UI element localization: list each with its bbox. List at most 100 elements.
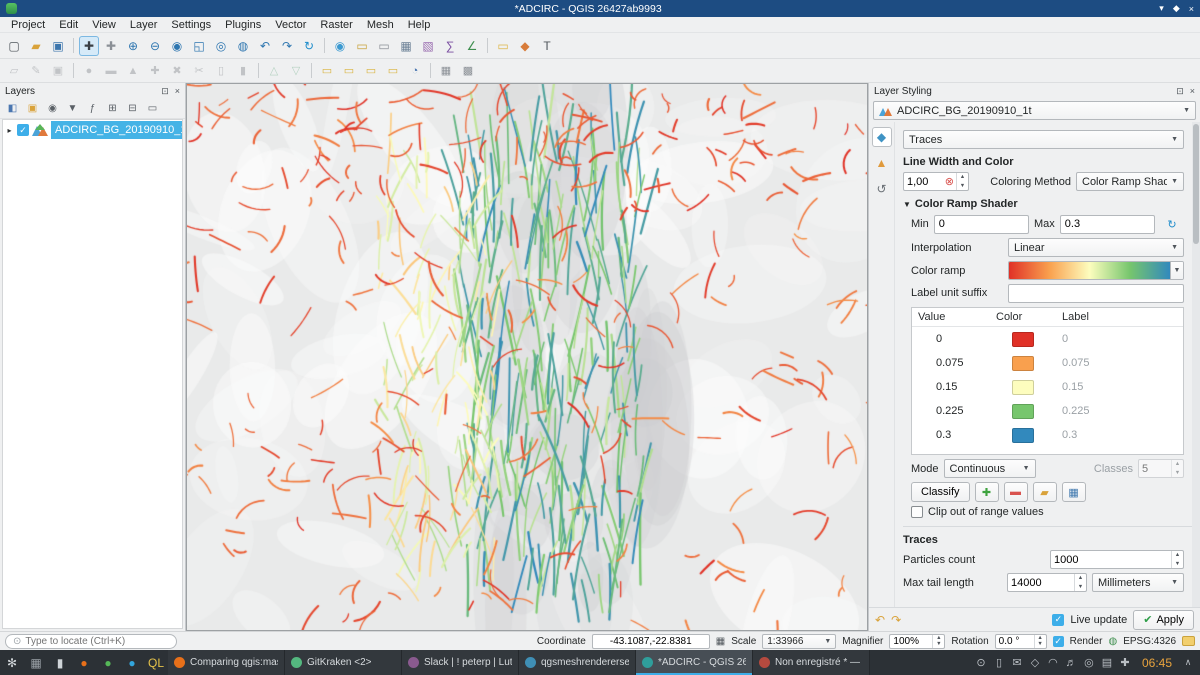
extent-icon[interactable]: ▦ <box>716 636 725 647</box>
identify-features-icon[interactable]: ◉ <box>330 36 350 56</box>
rotation-input[interactable] <box>996 635 1034 648</box>
rotation-spinner[interactable]: ▲▼ <box>995 634 1047 649</box>
add-class-icon[interactable]: ✚ <box>975 482 999 502</box>
max-tail-length-input[interactable] <box>1008 574 1074 591</box>
load-color-map-icon[interactable]: ▰ <box>1033 482 1057 502</box>
task-button[interactable]: GitKraken <2> <box>285 650 402 675</box>
remove-layer-icon[interactable]: ▭ <box>144 100 161 117</box>
zoom-in-icon[interactable]: ⊕ <box>123 36 143 56</box>
mesh-3d-tab-icon[interactable]: ▲ <box>872 153 892 173</box>
refresh-map-icon[interactable]: ↻ <box>299 36 319 56</box>
scrollbar-thumb[interactable] <box>1193 124 1199 244</box>
max-input[interactable] <box>1060 215 1155 234</box>
filter-legend-icon[interactable]: ▼ <box>64 100 81 117</box>
classify-button[interactable]: Classify <box>911 482 970 502</box>
zoom-to-layer-icon[interactable]: ◍ <box>233 36 253 56</box>
table-row[interactable]: 0.30.3 <box>912 423 1183 447</box>
pin-icon[interactable]: ⊙ <box>972 650 990 675</box>
manage-map-themes-icon[interactable]: ◉ <box>44 100 61 117</box>
ramp-shader-section-header[interactable]: ▼Color Ramp Shader <box>903 198 1194 210</box>
statistics-icon[interactable]: ∑ <box>440 36 460 56</box>
render-checkbox[interactable]: ✓ <box>1053 636 1064 647</box>
line-width-input[interactable] <box>904 173 945 190</box>
close-styling-panel-icon[interactable]: × <box>1190 86 1195 96</box>
styling-layer-selector[interactable]: ADCIRC_BG_20190910_1t ▼ <box>873 101 1196 120</box>
zoom-native-icon[interactable]: ◉ <box>167 36 187 56</box>
crs-value[interactable]: EPSG:4326 <box>1123 636 1176 647</box>
spinner-arrows[interactable]: ▲▼ <box>956 173 968 190</box>
zoom-last-icon[interactable]: ↶ <box>255 36 275 56</box>
minimize-button[interactable]: ▾ <box>1159 3 1164 14</box>
pan-to-selection-icon[interactable]: ✚ <box>101 36 121 56</box>
menu-mesh[interactable]: Mesh <box>360 18 401 32</box>
close-button[interactable]: × <box>1189 4 1194 14</box>
add-group-icon[interactable]: ▣ <box>24 100 41 117</box>
chevron-down-icon[interactable]: ▼ <box>1170 262 1183 279</box>
table-row[interactable]: 00 <box>912 327 1183 351</box>
map-canvas[interactable] <box>187 84 867 630</box>
labeling-options-icon[interactable]: ▭ <box>339 62 359 80</box>
line-width-spinner[interactable]: ⊗ ▲▼ <box>903 172 969 191</box>
coordinate-input[interactable] <box>592 634 710 649</box>
open-layer-styling-panel-icon[interactable]: ◧ <box>4 100 21 117</box>
styling-scrollbar[interactable] <box>1192 122 1200 607</box>
locate-box[interactable]: ⊙ <box>5 634 177 649</box>
export-color-map-icon[interactable]: ▦ <box>1062 482 1086 502</box>
filter-by-expression-icon[interactable]: ƒ <box>84 100 101 117</box>
highlight-labels-icon[interactable]: ▭ <box>383 62 403 80</box>
bluetooth-icon[interactable]: ◇ <box>1026 650 1044 675</box>
task-button[interactable]: Non enregistré * — Sp... <box>753 650 870 675</box>
measure-icon[interactable]: ∠ <box>462 36 482 56</box>
color-swatch[interactable] <box>1012 356 1034 371</box>
layer-item[interactable]: ▸ ✓ ADCIRC_BG_20190910_1t <box>3 120 182 140</box>
decoration-grid-icon[interactable]: ▩ <box>458 62 478 80</box>
firefox-launcher-icon[interactable]: ● <box>72 650 96 675</box>
symbology-tab-icon[interactable]: ◆ <box>872 127 892 147</box>
menu-help[interactable]: Help <box>401 18 438 32</box>
menu-edit[interactable]: Edit <box>52 18 85 32</box>
remove-class-icon[interactable]: ▬ <box>1004 482 1028 502</box>
qgis-launcher-icon[interactable]: QL <box>144 650 168 675</box>
color-swatch[interactable] <box>1012 332 1034 347</box>
app-menu-icon[interactable]: ✻ <box>0 650 24 675</box>
updates-icon[interactable]: ✚ <box>1116 650 1134 675</box>
interpolation-selector[interactable]: Linear ▼ <box>1008 238 1184 257</box>
color-ramp-selector[interactable]: ▼ <box>1008 261 1184 280</box>
magnifier-input[interactable] <box>890 635 932 648</box>
mic-icon[interactable]: ◎ <box>1080 650 1098 675</box>
min-input[interactable] <box>934 215 1029 234</box>
menu-vector[interactable]: Vector <box>268 18 313 32</box>
konsole-icon[interactable]: ▮ <box>48 650 72 675</box>
map-series-icon[interactable]: ▦ <box>436 62 456 80</box>
menu-plugins[interactable]: Plugins <box>218 18 268 32</box>
layer-labeling-icon[interactable]: ▭ <box>317 62 337 80</box>
save-project-icon[interactable]: ▣ <box>48 36 68 56</box>
telegram-launcher-icon[interactable]: ● <box>120 650 144 675</box>
table-row[interactable]: 0.2250.225 <box>912 399 1183 423</box>
zoom-next-icon[interactable]: ↷ <box>277 36 297 56</box>
task-button[interactable]: *ADCIRC - QGIS 26427... <box>636 650 753 675</box>
live-update-checkbox[interactable]: ✓ <box>1052 614 1064 626</box>
locate-input[interactable] <box>25 636 169 647</box>
new-project-icon[interactable]: ▢ <box>4 36 24 56</box>
tail-unit-selector[interactable]: Millimeters ▼ <box>1092 573 1184 592</box>
expand-tray-icon[interactable]: ∧ <box>1180 657 1196 668</box>
color-swatch[interactable] <box>1012 404 1034 419</box>
menu-layer[interactable]: Layer <box>123 18 165 32</box>
close-panel-icon[interactable]: × <box>175 86 180 96</box>
zoom-full-icon[interactable]: ◱ <box>189 36 209 56</box>
color-swatch[interactable] <box>1012 380 1034 395</box>
renderer-selector[interactable]: Traces ▼ <box>903 130 1184 149</box>
menu-raster[interactable]: Raster <box>313 18 359 32</box>
maximize-button[interactable]: ◆ <box>1173 3 1180 14</box>
keyboard-icon[interactable]: ▤ <box>1098 650 1116 675</box>
magnifier-spinner[interactable]: ▲▼ <box>889 634 945 649</box>
text-annotation-icon[interactable]: T <box>537 36 557 56</box>
layer-visibility-checkbox[interactable]: ✓ <box>17 124 29 136</box>
expander-icon[interactable]: ▸ <box>5 126 14 135</box>
open-project-icon[interactable]: ▰ <box>26 36 46 56</box>
menu-view[interactable]: View <box>85 18 123 32</box>
notes-icon[interactable]: ▯ <box>990 650 1008 675</box>
pin-labels-icon[interactable]: ▭ <box>361 62 381 80</box>
pan-map-icon[interactable]: ✚ <box>79 36 99 56</box>
